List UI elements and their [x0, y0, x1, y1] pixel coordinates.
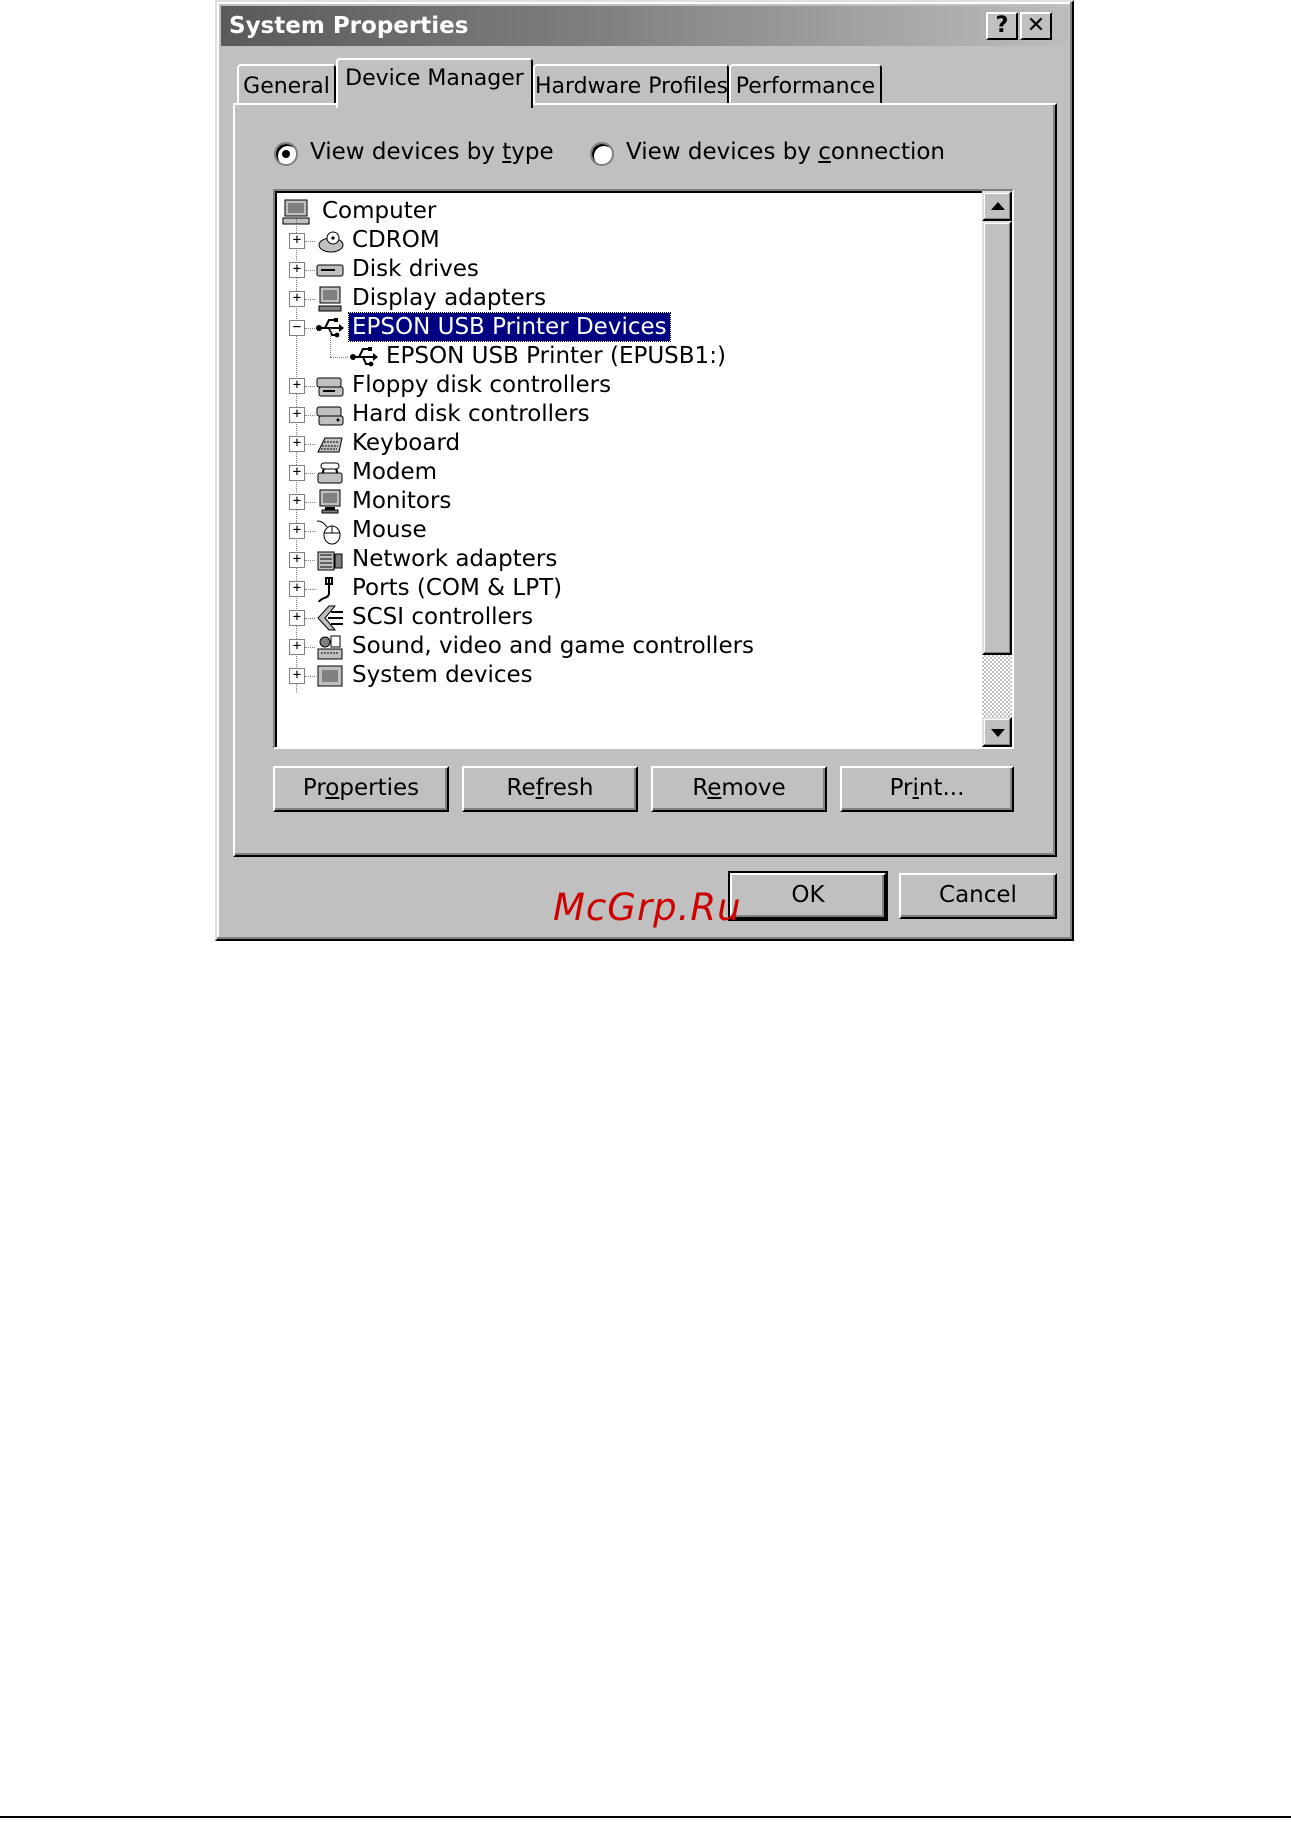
tree-label: Hard disk controllers [352, 401, 590, 427]
tree-connector-line [305, 270, 315, 271]
radio-circle [590, 142, 614, 166]
tree-label: Computer [322, 198, 437, 224]
mouse-icon [315, 517, 345, 545]
keyboard-icon [315, 430, 345, 458]
device-tree-list: Computer + CDROM + Disk drives + Display adap… [279, 195, 969, 743]
help-button[interactable]: ? [986, 12, 1018, 40]
scroll-up-button[interactable] [982, 191, 1012, 221]
remove-button[interactable]: Remove [651, 766, 827, 812]
tree-connector-line [305, 647, 315, 648]
tree-connector-line [305, 502, 315, 503]
ok-button[interactable]: OK [728, 871, 888, 921]
tree-label: Modem [352, 459, 438, 485]
network-adapter-icon [315, 546, 345, 574]
radio-selected-dot [282, 150, 290, 158]
tree-connector-line [305, 473, 315, 474]
tab-general[interactable]: General [237, 64, 336, 106]
tree-connector-line [305, 589, 315, 590]
window-title: System Properties [229, 13, 469, 39]
cdrom-icon [315, 227, 345, 255]
expand-icon[interactable]: + [289, 494, 305, 510]
scroll-down-button[interactable] [982, 717, 1012, 747]
scroll-thumb[interactable] [982, 221, 1012, 655]
expand-icon[interactable]: + [289, 668, 305, 684]
expand-icon[interactable]: + [289, 639, 305, 655]
expand-icon[interactable]: + [289, 465, 305, 481]
port-icon [315, 575, 345, 603]
expand-icon[interactable]: + [289, 581, 305, 597]
tree-connector-line [305, 386, 315, 387]
sound-icon [315, 633, 345, 661]
tree-label: Keyboard [352, 430, 461, 456]
arrow-up-icon [991, 202, 1005, 210]
tree-connector-line [305, 328, 315, 329]
tree-connector-line [305, 241, 315, 242]
expand-icon[interactable]: + [289, 523, 305, 539]
scsi-icon [315, 604, 345, 632]
tree-label: Network adapters [352, 546, 558, 572]
tree-connector-line [305, 531, 315, 532]
expand-icon[interactable]: + [289, 407, 305, 423]
floppy-controller-icon [315, 372, 345, 400]
tree-connector-line [330, 328, 331, 357]
disk-drive-icon [315, 256, 345, 284]
tree-vertical-scrollbar[interactable] [982, 191, 1012, 747]
tab-performance[interactable]: Performance [729, 64, 882, 106]
tab-device-manager[interactable]: Device Manager [336, 58, 533, 108]
watermark: McGrp.Ru [553, 886, 742, 929]
expand-icon[interactable]: + [289, 378, 305, 394]
tree-connector-line [330, 357, 348, 358]
tree-label: Sound, video and game controllers [352, 633, 755, 659]
tree-label: EPSON USB Printer Devices [348, 312, 671, 342]
tree-connector-line [305, 299, 315, 300]
hard-disk-controller-icon [315, 401, 345, 429]
tab-hardware-profiles[interactable]: Hardware Profiles [533, 64, 729, 106]
expand-icon[interactable]: + [289, 262, 305, 278]
tree-connector-line [305, 618, 315, 619]
tree-label: Display adapters [352, 285, 547, 311]
tree-label: System devices [352, 662, 533, 688]
expand-icon[interactable]: + [289, 291, 305, 307]
view-by-type-label: View devices by type [310, 139, 554, 165]
tree-connector-line [305, 415, 315, 416]
refresh-button[interactable]: Refresh [462, 766, 638, 812]
tree-connector-line [305, 560, 315, 561]
arrow-down-icon [991, 729, 1005, 737]
device-tree[interactable]: Computer + CDROM + Disk drives + Display adap… [273, 189, 1014, 749]
view-by-connection-label: View devices by connection [626, 139, 946, 165]
modem-icon [315, 459, 345, 487]
tree-label: EPSON USB Printer (EPUSB1:) [386, 343, 726, 369]
cancel-button[interactable]: Cancel [899, 873, 1057, 919]
tree-label: SCSI controllers [352, 604, 534, 630]
tree-connector-line [305, 676, 315, 677]
tree-label: CDROM [352, 227, 440, 253]
expand-icon[interactable]: + [289, 610, 305, 626]
title-bar[interactable]: System Properties ? ✕ [221, 6, 1068, 46]
expand-icon[interactable]: + [289, 552, 305, 568]
usb-icon [349, 343, 379, 371]
print-button[interactable]: Print... [840, 766, 1014, 812]
page-bottom-rule [0, 1816, 1291, 1818]
system-device-icon [315, 662, 345, 690]
properties-button[interactable]: Properties [273, 766, 449, 812]
close-button[interactable]: ✕ [1020, 12, 1052, 40]
collapse-icon[interactable]: − [289, 320, 305, 336]
tree-connector-line [305, 444, 315, 445]
monitor-icon [315, 488, 345, 516]
tree-label: Floppy disk controllers [352, 372, 612, 398]
tree-label: Monitors [352, 488, 452, 514]
tree-label: Disk drives [352, 256, 479, 282]
expand-icon[interactable]: + [289, 233, 305, 249]
expand-icon[interactable]: + [289, 436, 305, 452]
tree-label: Ports (COM & LPT) [352, 575, 563, 601]
tree-label: Mouse [352, 517, 427, 543]
radio-circle [274, 142, 298, 166]
display-adapter-icon [315, 285, 345, 313]
